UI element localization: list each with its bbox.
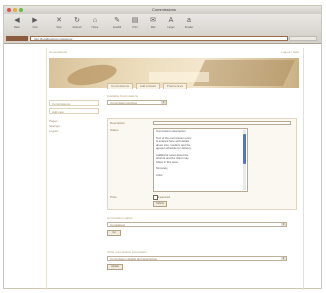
textarea-line: Artist xyxy=(156,173,163,178)
scrollbar-thumb[interactable] xyxy=(243,134,246,164)
sidebar-link-logout[interactable]: Logout xyxy=(49,129,101,133)
toolbar-label: Larger xyxy=(167,26,175,29)
mail-icon: ✉ xyxy=(150,17,156,24)
select-value: Commission details and description xyxy=(110,257,158,261)
url-input[interactable]: http://localhost/commissions/... xyxy=(30,36,288,41)
description-field[interactable] xyxy=(153,121,291,125)
google-search-input[interactable] xyxy=(289,36,317,41)
toolbar-label: Home xyxy=(91,26,99,29)
sidebar-item-add-new[interactable]: Add new xyxy=(49,108,99,114)
print-icon: ▤ xyxy=(131,17,139,24)
site-title[interactable]: Commissions xyxy=(49,50,67,54)
commission-select[interactable]: Commission Archive ▾ xyxy=(107,100,167,105)
minimize-window-button[interactable] xyxy=(13,8,17,12)
select-value: Commission Archive xyxy=(110,101,138,105)
toolbar-label: Refresh xyxy=(72,26,82,29)
section-label-available: Available Commissions xyxy=(107,94,138,98)
browser-window: Commissions ◀ Back ▶ Fwd ✕ Stop ↻ Refres… xyxy=(3,5,322,290)
close-window-button[interactable] xyxy=(7,8,11,12)
toolbar-label: Print xyxy=(132,26,138,29)
price-label: Price xyxy=(110,195,117,199)
toolbar-autofill-button[interactable]: ✎ AutoFill xyxy=(110,17,124,33)
sidebar-link-settings[interactable]: Settings xyxy=(49,124,101,128)
toolbar-label: Back xyxy=(14,26,20,29)
other-info-section: Other commission information Commission … xyxy=(107,250,295,270)
toolbar-label: Fwd xyxy=(32,26,38,29)
address-bar: http://localhost/commissions/... xyxy=(4,35,321,44)
tab-add-artwork[interactable]: Add Artwork xyxy=(135,83,161,89)
toolbar-mail-button[interactable]: ✉ Mail xyxy=(146,17,160,33)
site-links[interactable]: Logout | Help xyxy=(281,50,299,54)
commission-form: Description Status Commission descriptio… xyxy=(107,118,297,210)
toolbar-stop-button[interactable]: ✕ Stop xyxy=(52,17,66,33)
update-button[interactable]: Update xyxy=(107,264,123,270)
submit-button[interactable]: Submit xyxy=(153,201,167,207)
address-label xyxy=(6,36,28,41)
featured-label: Featured xyxy=(158,195,171,199)
description-label: Description xyxy=(110,121,126,125)
tab-commissions[interactable]: Commissions xyxy=(107,83,134,89)
toolbar-forward-button[interactable]: ▶ Fwd xyxy=(28,17,42,33)
textarea-scrollbar[interactable] xyxy=(243,130,246,190)
details-select[interactable]: Commission details and description ▾ xyxy=(107,256,287,261)
banner-image xyxy=(149,72,209,82)
forward-icon: ▶ xyxy=(32,17,38,24)
sidebar-heading: Commissions xyxy=(49,94,68,98)
section-label-status: Commission status xyxy=(107,216,133,220)
toolbar-label: Mail xyxy=(150,26,156,29)
toolbar-label: AutoFill xyxy=(112,26,122,29)
go-button[interactable]: Go xyxy=(107,230,121,236)
toolbar-refresh-button[interactable]: ↻ Refresh xyxy=(70,17,84,33)
toolbar-print-button[interactable]: ▤ Print xyxy=(128,17,142,33)
toolbar-larger-button[interactable]: A Larger xyxy=(164,17,178,33)
toolbar-label: Stop xyxy=(56,26,62,29)
sidebar: Commissions Commissions Add new Pages Se… xyxy=(49,94,101,134)
commission-textarea[interactable]: Commission description Text of the commi… xyxy=(153,128,248,192)
page-content: Commissions Logout | Help Commissions Ad… xyxy=(4,44,321,290)
status-section: Commission status Completed ▾ Go xyxy=(107,216,295,236)
chevron-down-icon: ▾ xyxy=(281,222,286,226)
chevron-down-icon: ▾ xyxy=(281,256,286,260)
home-icon: ⌂ xyxy=(92,17,98,24)
select-value: Completed xyxy=(110,223,125,227)
nav-tabs: Commissions Add Artwork Preferences xyxy=(107,83,189,89)
status-select[interactable]: Completed ▾ xyxy=(107,222,287,227)
web-page: Commissions Logout | Help Commissions Ad… xyxy=(46,48,304,290)
tab-preferences[interactable]: Preferences xyxy=(162,83,188,89)
larger-icon: A xyxy=(168,17,174,24)
sidebar-item-commissions[interactable]: Commissions xyxy=(49,100,99,106)
back-icon: ◀ xyxy=(14,17,20,24)
toolbar-home-button[interactable]: ⌂ Home xyxy=(88,17,102,33)
section-label-other: Other commission information xyxy=(107,250,147,254)
toolbar-label: Smaller xyxy=(184,26,194,29)
toolbar-back-button[interactable]: ◀ Back xyxy=(10,17,24,33)
toolbar: ◀ Back ▶ Fwd ✕ Stop ↻ Refresh ⌂ Home ✎ A… xyxy=(4,14,321,36)
zoom-window-button[interactable] xyxy=(19,8,23,12)
toolbar-smaller-button[interactable]: a Smaller xyxy=(182,17,196,33)
window-title: Commissions xyxy=(151,7,176,12)
main-panel: Available Commissions Commission Archive… xyxy=(107,94,297,270)
smaller-icon: a xyxy=(187,17,191,24)
reload-icon: ↻ xyxy=(74,17,80,24)
sidebar-link-pages[interactable]: Pages xyxy=(49,119,101,123)
chevron-down-icon: ▾ xyxy=(161,100,166,104)
autofill-icon: ✎ xyxy=(114,17,120,24)
status-label: Status xyxy=(110,128,119,132)
stop-icon: ✕ xyxy=(56,17,62,24)
